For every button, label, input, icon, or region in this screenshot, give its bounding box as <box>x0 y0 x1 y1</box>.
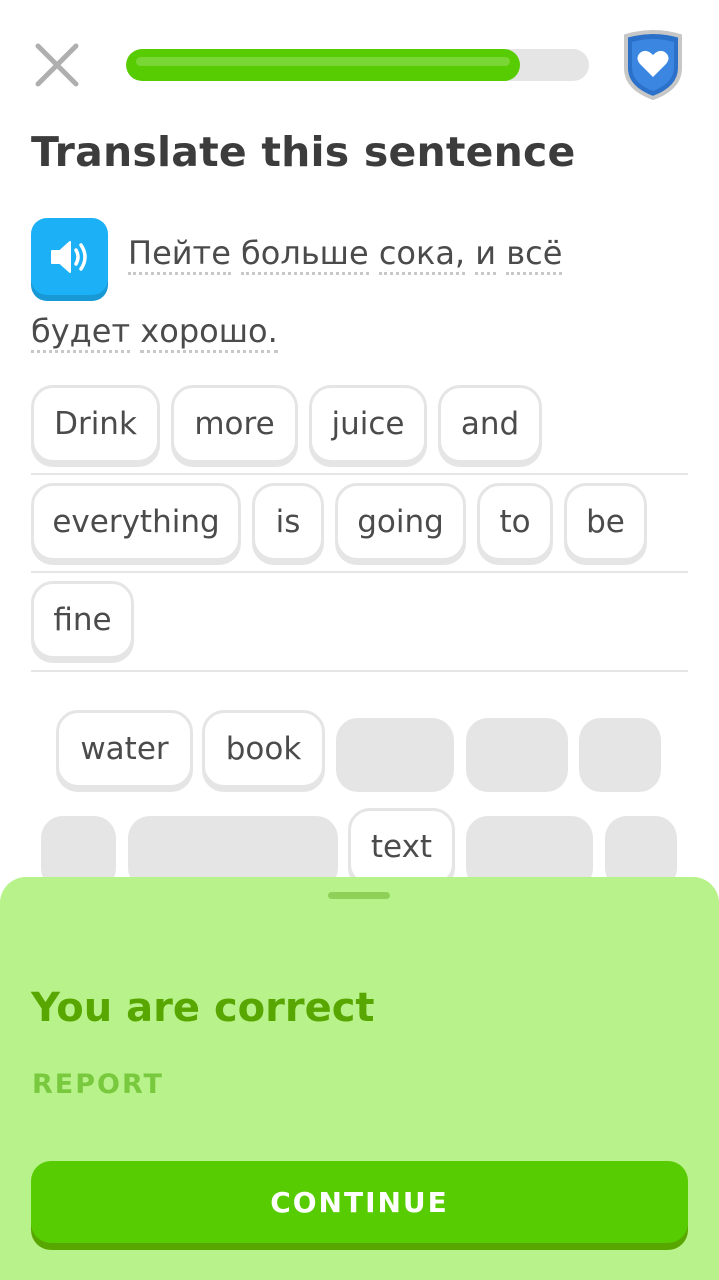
speaker-icon <box>50 240 87 273</box>
word-bank-chip[interactable]: book <box>202 710 325 788</box>
heart-shield-icon <box>624 30 682 101</box>
word-bank-slot-empty <box>336 718 454 792</box>
hearts-button[interactable] <box>620 30 686 101</box>
close-icon <box>35 43 79 87</box>
answer-word-chip[interactable]: fine <box>31 581 134 659</box>
answer-word-chip[interactable]: Drink <box>31 385 160 463</box>
prompt-word[interactable]: Пейте <box>128 234 231 276</box>
word-bank-slot-empty <box>579 718 661 792</box>
answer-word-chip[interactable]: juice <box>309 385 427 463</box>
answer-word-chip[interactable]: to <box>477 483 553 561</box>
lesson-progress-bar <box>126 49 589 81</box>
prompt-word[interactable]: больше <box>241 234 369 276</box>
answer-line <box>31 473 688 475</box>
progress-fill <box>126 49 520 81</box>
prompt-word[interactable]: хорошо. <box>140 312 278 354</box>
speaker-button[interactable] <box>31 218 108 295</box>
progress-shine <box>136 57 510 66</box>
page-title: Translate this sentence <box>31 128 576 176</box>
answer-word-chip[interactable]: everything <box>31 483 241 561</box>
word-bank-slot-empty <box>466 718 568 792</box>
result-sheet: You are correct REPORT CONTINUE <box>0 877 719 1280</box>
word-bank-chip[interactable]: text <box>348 808 455 886</box>
close-button[interactable] <box>30 38 84 92</box>
prompt-line-1: Пейте больше сока, и всё <box>128 234 563 276</box>
prompt-word[interactable]: сока, <box>378 234 466 276</box>
answer-word-chip[interactable]: and <box>438 385 542 463</box>
report-button[interactable]: REPORT <box>32 1069 164 1100</box>
prompt-word[interactable]: и <box>475 234 497 276</box>
answer-line <box>31 571 688 573</box>
prompt-word[interactable]: будет <box>31 312 131 354</box>
prompt-line-2: будет хорошо. <box>31 312 278 354</box>
answer-word-chip[interactable]: more <box>171 385 298 463</box>
prompt-word[interactable]: всё <box>506 234 563 276</box>
word-bank-chip[interactable]: water <box>56 710 193 788</box>
answer-word-chip[interactable]: going <box>335 483 466 561</box>
result-title: You are correct <box>31 985 375 1031</box>
answer-line <box>31 670 688 672</box>
continue-button[interactable]: CONTINUE <box>31 1161 688 1243</box>
answer-word-chip[interactable]: be <box>564 483 647 561</box>
answer-word-chip[interactable]: is <box>252 483 324 561</box>
sheet-handle[interactable] <box>328 892 390 899</box>
